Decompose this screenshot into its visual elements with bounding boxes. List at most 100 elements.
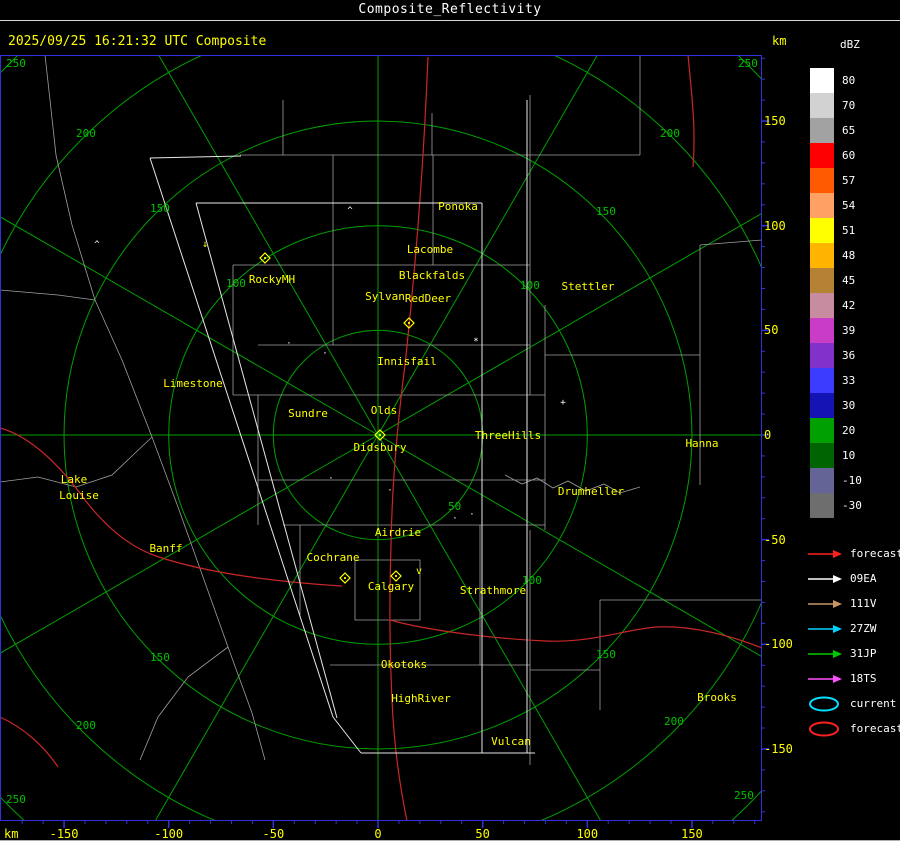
city-label: Sundre [288, 407, 328, 420]
point-marker: ^ [94, 240, 100, 250]
legend-item-label: forecast [850, 547, 900, 560]
point-marker: · [286, 339, 291, 349]
x-tick-label: -50 [253, 827, 293, 841]
legend-arrow-icon [806, 671, 844, 687]
radar-sector-outline [150, 158, 333, 717]
colorbar-swatch [810, 118, 834, 143]
city-label: Olds [371, 404, 398, 417]
city-label: RockyMH [249, 273, 295, 286]
legend-item-label: current [850, 697, 896, 710]
range-label: 150 [596, 205, 616, 218]
map-layers: 2502001501002502001501005010015020025015… [0, 55, 780, 835]
boundary-line [700, 240, 762, 245]
colorbar-value: 80 [842, 74, 855, 87]
colorbar-level: 80 [810, 68, 862, 93]
colorbar-swatch [810, 468, 834, 493]
y-tick-label: 50 [764, 323, 778, 337]
city-label: Vulcan [491, 735, 531, 748]
colorbar-level: 54 [810, 193, 862, 218]
city-label: Ponoka [438, 200, 478, 213]
timestamp: 2025/09/25 16:21:32 UTC Composite [8, 34, 266, 49]
colorbar-level: 36 [810, 343, 862, 368]
boundary-line [95, 300, 265, 760]
colorbar-level: 60 [810, 143, 862, 168]
legend-item-label: 111V [850, 597, 877, 610]
colorbar-level: -10 [810, 468, 862, 493]
colorbar-swatch [810, 68, 834, 93]
range-label: 150 [150, 651, 170, 664]
x-tick-label: -150 [44, 827, 84, 841]
point-marker: + [560, 398, 566, 408]
range-label: 200 [76, 127, 96, 140]
range-label: 250 [6, 793, 26, 806]
city-label: Okotoks [381, 658, 427, 671]
legend-item-label: 27ZW [850, 622, 877, 635]
colorbar-swatch [810, 268, 834, 293]
y-tick-label: 100 [764, 219, 786, 233]
colorbar-value: 57 [842, 174, 855, 187]
colorbar-value: 42 [842, 299, 855, 312]
legend-arrow-icon [806, 546, 844, 562]
radar-sector-outline [150, 156, 241, 158]
colorbar-swatch [810, 143, 834, 168]
vector-marker: v [416, 566, 422, 577]
colorbar-title: dBZ [840, 38, 860, 51]
city-label: Didsbury [354, 441, 407, 454]
colorbar-swatch [810, 193, 834, 218]
colorbar-level: 33 [810, 368, 862, 393]
colorbar-swatch [810, 368, 834, 393]
highway-line [0, 428, 342, 586]
legend-arrow-icon [806, 596, 844, 612]
city-label: RedDeer [405, 292, 452, 305]
y-tick-label: 150 [764, 114, 786, 128]
city-label: Limestone [163, 377, 223, 390]
city-label: Airdrie [375, 526, 421, 539]
city-label: Cochrane [307, 551, 360, 564]
x-tick-label: 50 [463, 827, 503, 841]
colorbar-value: 70 [842, 99, 855, 112]
x-tick-label: 0 [358, 827, 398, 841]
city-label: Louise [59, 489, 99, 502]
legend-item-label: 31JP [850, 647, 877, 660]
colorbar-value: 33 [842, 374, 855, 387]
colorbar-value: 20 [842, 424, 855, 437]
highway-line [688, 55, 694, 167]
legend-item-label: 09EA [850, 572, 877, 585]
legend: forecast 09EA 111V 27ZW 31JP 18TS current forec… [806, 541, 900, 741]
colorbar-swatch [810, 393, 834, 418]
point-marker: · [387, 486, 392, 496]
range-label: 100 [226, 277, 246, 290]
range-label: 250 [6, 57, 26, 70]
colorbar-level: 65 [810, 118, 862, 143]
y-axis-unit-label: km [772, 34, 786, 48]
point-marker: · [328, 474, 333, 484]
legend-item-label: forecast [850, 722, 900, 735]
colorbar-swatch [810, 318, 834, 343]
legend-item: 31JP [806, 641, 900, 666]
y-tick-label: -100 [764, 637, 793, 651]
range-label: 250 [734, 789, 754, 802]
colorbar-level: 70 [810, 93, 862, 118]
legend-item-label: 18TS [850, 672, 877, 685]
city-label: Strathmore [460, 584, 526, 597]
legend-ellipse-icon [806, 696, 844, 712]
colorbar-level: 39 [810, 318, 862, 343]
window-title: Composite_Reflectivity [358, 2, 541, 17]
colorbar-value: -30 [842, 499, 862, 512]
title-bar: Composite_Reflectivity [0, 0, 900, 21]
range-label: 250 [738, 57, 758, 70]
colorbar-level: 10 [810, 443, 862, 468]
city-label: Sylvan [365, 290, 405, 303]
colorbar-swatch [810, 443, 834, 468]
colorbar-swatch [810, 293, 834, 318]
x-tick-label: -100 [149, 827, 189, 841]
legend-arrow-icon [806, 646, 844, 662]
radar-site-marker [340, 573, 350, 583]
colorbar-swatch [810, 418, 834, 443]
x-axis: -150-100-50050100150 [0, 827, 775, 841]
range-label: 200 [76, 719, 96, 732]
colorbar-swatch [810, 493, 834, 518]
x-tick-label: 150 [672, 827, 712, 841]
radar-viewer-window: Composite_Reflectivity 2025/09/25 16:21:… [0, 0, 900, 841]
legend-item: 09EA [806, 566, 900, 591]
